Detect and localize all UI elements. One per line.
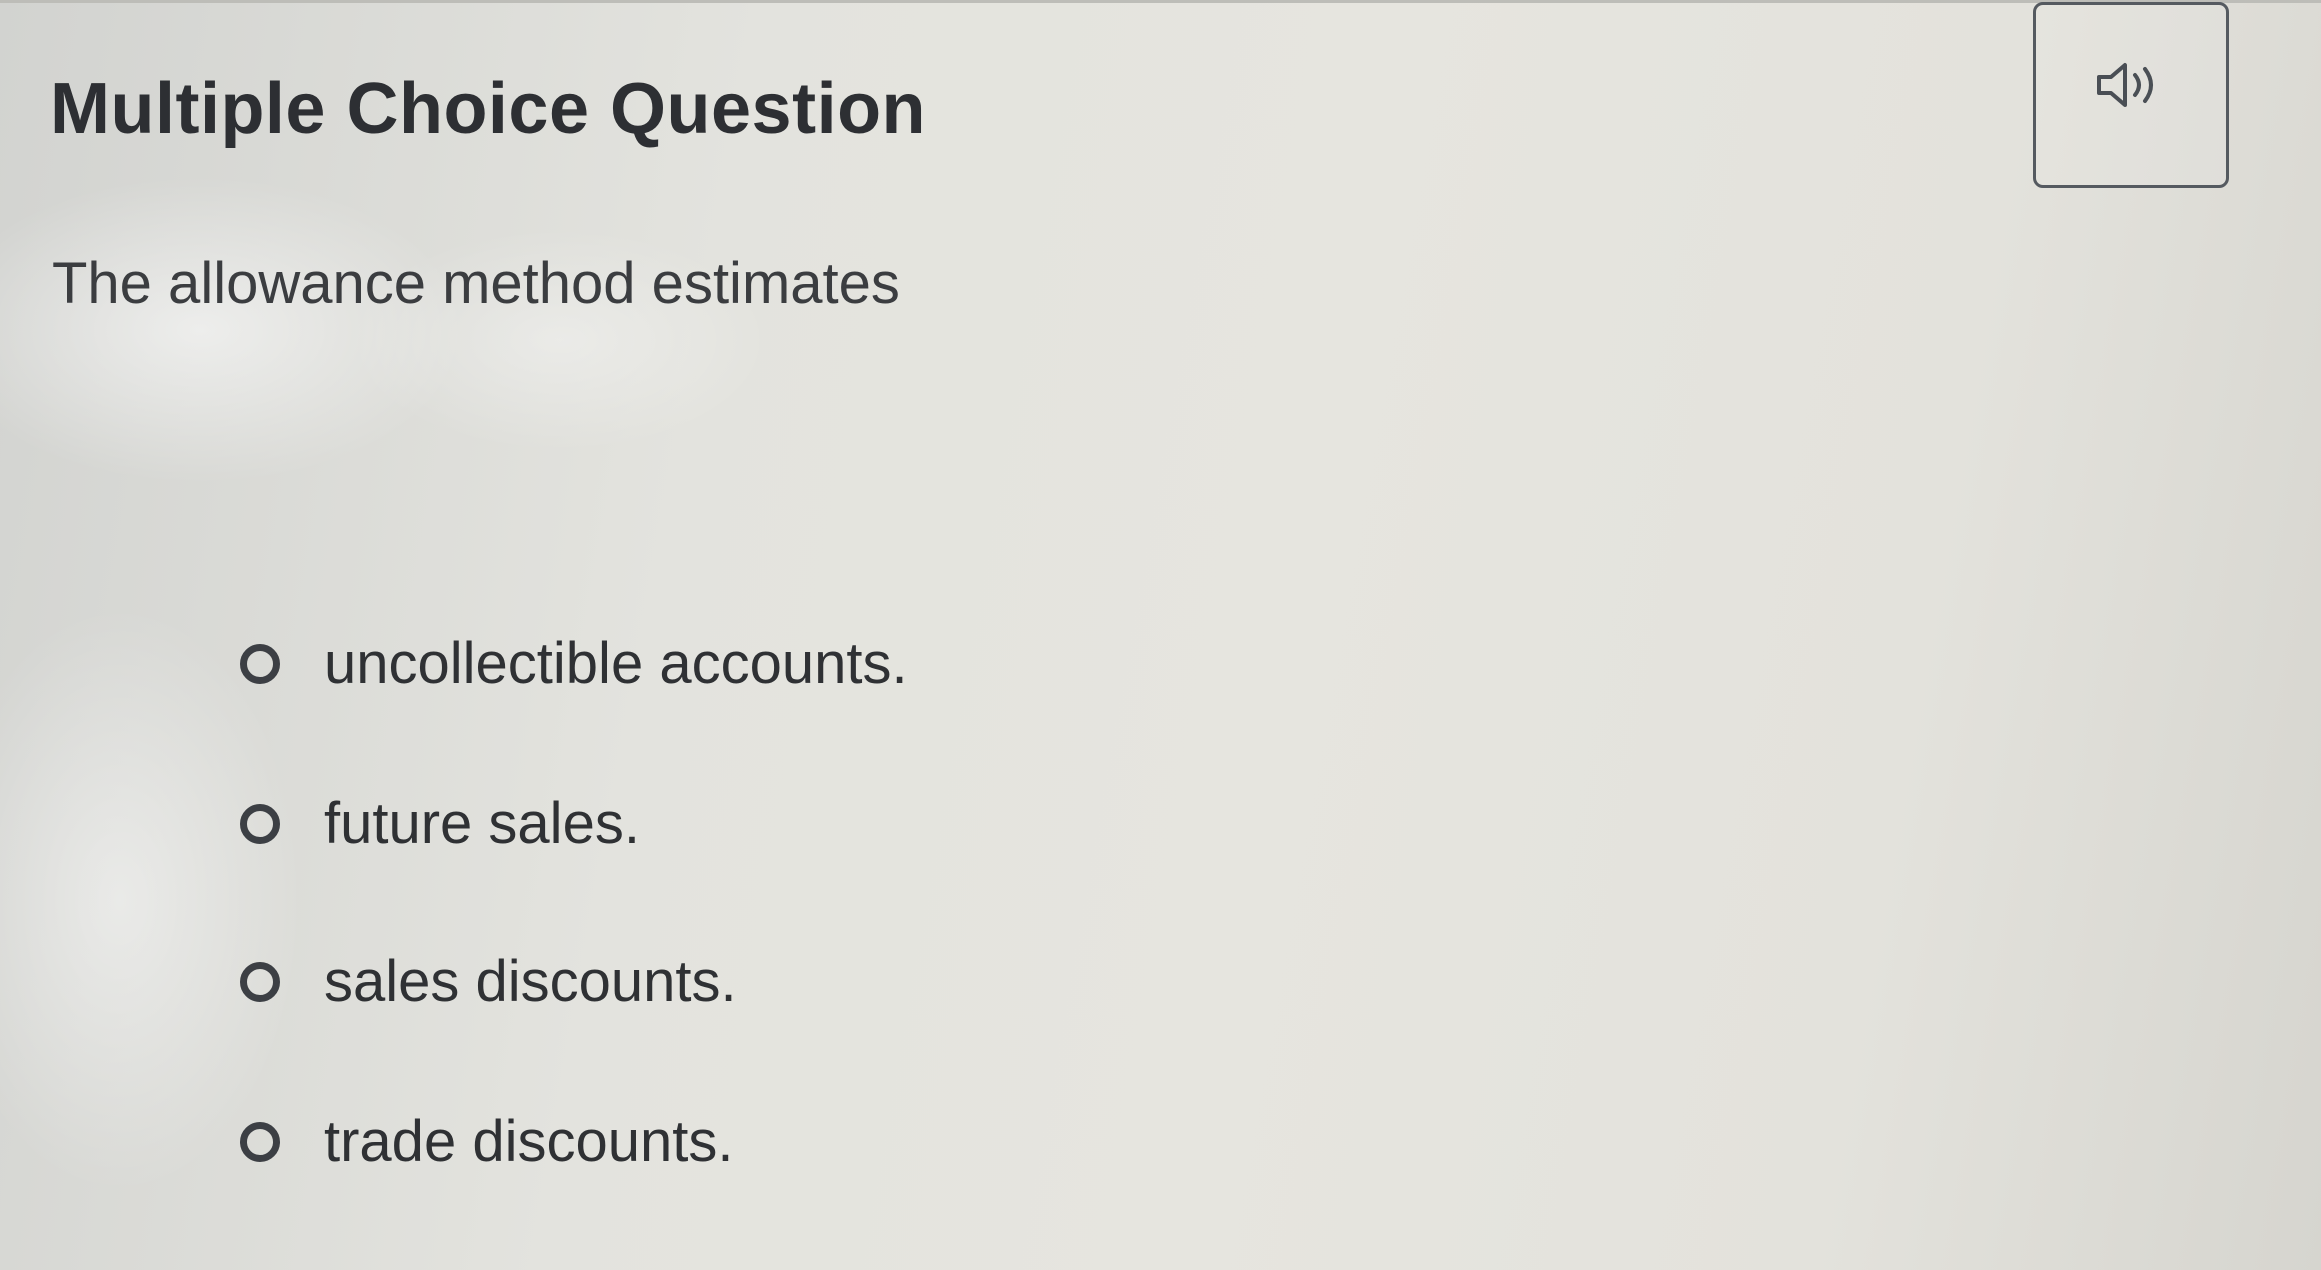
answer-option-label: uncollectible accounts.	[324, 631, 908, 696]
speaker-icon	[2097, 63, 2153, 107]
question-card: Multiple Choice Question The allowance m…	[0, 0, 2321, 1270]
answer-option-c[interactable]: sales discounts.	[240, 948, 737, 1015]
radio-button[interactable]	[240, 643, 280, 684]
answer-option-d[interactable]: trade discounts.	[240, 1108, 733, 1175]
read-aloud-button[interactable]	[2033, 2, 2229, 188]
answer-option-label: trade discounts.	[324, 1109, 734, 1174]
radio-button[interactable]	[240, 803, 280, 844]
answer-option-a[interactable]: uncollectible accounts.	[240, 630, 908, 697]
question-prompt: The allowance method estimates	[52, 251, 900, 316]
answer-option-label: future sales.	[324, 791, 640, 856]
radio-button[interactable]	[240, 961, 280, 1002]
answer-option-b[interactable]: future sales.	[240, 790, 640, 857]
answer-option-label: sales discounts.	[324, 949, 737, 1014]
question-title: Multiple Choice Question	[50, 69, 927, 149]
radio-button[interactable]	[240, 1121, 280, 1162]
